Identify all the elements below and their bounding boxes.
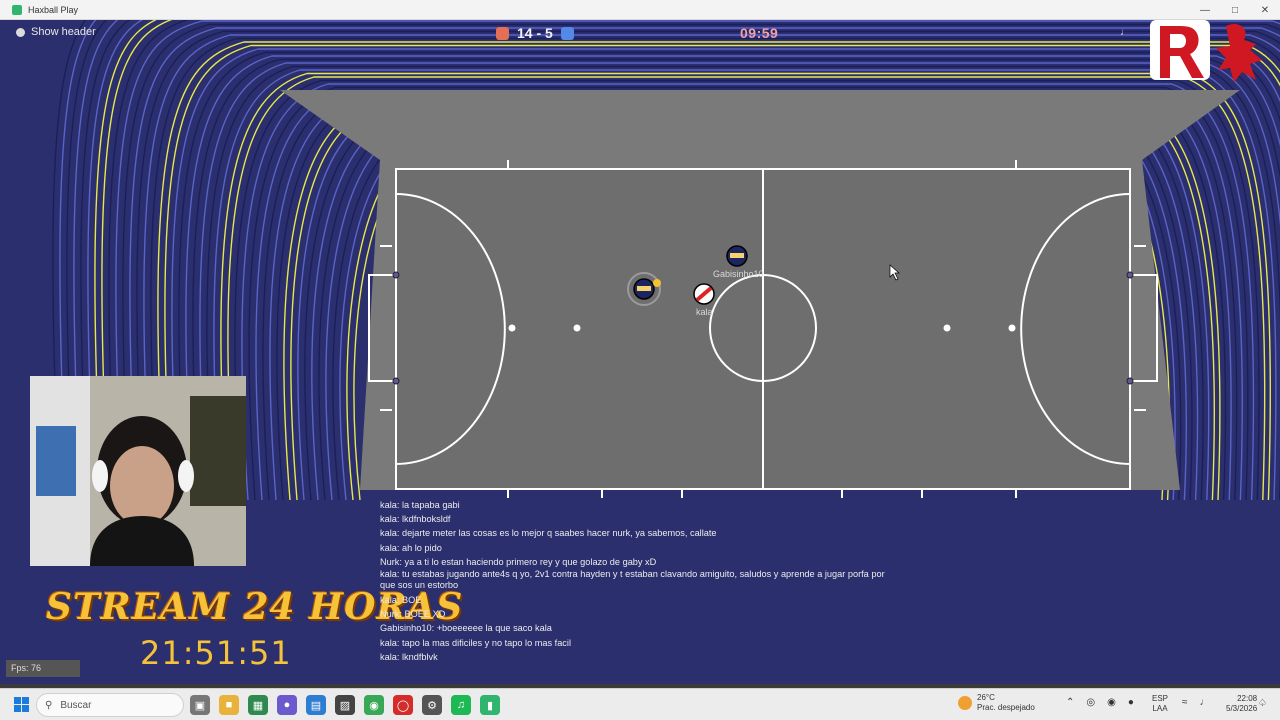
chat-message: kala: tu estabas jugando ante4s q yo, 2v… bbox=[380, 569, 885, 591]
maximize-icon[interactable]: □ bbox=[1220, 0, 1250, 20]
show-header-icon bbox=[16, 27, 25, 37]
window-title-bar: Haxball Play — □ ✕ bbox=[0, 0, 1280, 20]
opera-icon[interactable]: ◯ bbox=[393, 695, 413, 715]
game-canvas[interactable]: Show header 14 - 5 09:59 ♩ Gabisinho10 k… bbox=[0, 20, 1280, 684]
microphone-icon[interactable]: ● bbox=[1128, 697, 1134, 708]
chat-message: kala: dejarte meter las cosas es lo mejo… bbox=[380, 528, 717, 539]
chat-message: kala: lkdfnboksldf bbox=[380, 514, 451, 525]
start-button[interactable] bbox=[14, 697, 29, 712]
chat-message: kala: lkndfblvk bbox=[380, 651, 438, 662]
search-icon: ⚲ bbox=[45, 699, 53, 711]
haxball-app-icon bbox=[12, 4, 22, 15]
taskbar-search[interactable]: ⚲ Buscar bbox=[36, 693, 184, 717]
show-header-button[interactable]: Show header bbox=[16, 26, 96, 38]
player-name-kala: kala bbox=[696, 307, 713, 317]
teams-icon[interactable]: ● bbox=[277, 695, 297, 715]
task-view-icon[interactable]: ▣ bbox=[190, 695, 210, 715]
window-controls: — □ ✕ bbox=[1190, 0, 1280, 20]
score: 14 - 5 bbox=[517, 25, 553, 41]
spotify-icon[interactable]: ♫ bbox=[451, 695, 471, 715]
tray-app-icon[interactable]: ◎ bbox=[1086, 697, 1095, 708]
windows-taskbar: ⚲ Buscar ▣ ■ ▦ ● ▤ ▨ ◉ ◯ ⚙ ♫ ▮ 26°C Prac… bbox=[0, 688, 1280, 720]
chat-message: Nurk: BOEE XD bbox=[380, 609, 446, 620]
weather-temp: 26°C bbox=[977, 693, 995, 702]
calculator-icon[interactable]: ▦ bbox=[248, 695, 268, 715]
chat-message: kala: tapo la mas dificiles y no tapo lo… bbox=[380, 637, 571, 648]
stream-clock: 21:51:51 bbox=[140, 634, 292, 672]
snipping-tool-icon[interactable]: ▨ bbox=[335, 695, 355, 715]
weather-icon bbox=[958, 696, 972, 710]
clock-time: 22:08 bbox=[1237, 694, 1258, 703]
search-placeholder: Buscar bbox=[60, 699, 92, 711]
match-timer: 09:59 bbox=[740, 25, 779, 41]
notification-icon[interactable]: ♤ bbox=[1258, 698, 1267, 709]
red-team-icon bbox=[496, 26, 509, 40]
player-gabisinho10 bbox=[726, 245, 748, 267]
chat-log: kala: la tapaba gabi kala: lkdfnboksldf … bbox=[380, 498, 900, 664]
weather-desc: Prac. despejado bbox=[977, 703, 1035, 712]
speaker-icon[interactable]: ♩ bbox=[1120, 27, 1132, 38]
chat-message: kala: BOE bbox=[380, 595, 422, 606]
window-title: Haxball Play bbox=[28, 4, 79, 15]
haxball-taskbar-icon[interactable]: ▮ bbox=[480, 695, 500, 715]
scoreboard: 14 - 5 bbox=[496, 25, 574, 41]
fps-counter: Fps: 76 bbox=[6, 660, 80, 677]
volume-icon[interactable]: ♩ bbox=[1200, 697, 1210, 708]
blue-team-icon bbox=[560, 26, 574, 40]
screen: Haxball Play — □ ✕ Show header 14 - 5 09… bbox=[0, 0, 1280, 720]
language-code: ESP bbox=[1152, 694, 1169, 703]
chat-message: Gabisinho10: +boeeeeee la que saco kala bbox=[380, 623, 552, 634]
minimize-icon[interactable]: — bbox=[1190, 0, 1220, 20]
obs-icon[interactable]: ⚙ bbox=[422, 695, 442, 715]
weather-widget[interactable]: 26°C Prac. despejado bbox=[958, 693, 1035, 713]
close-icon[interactable]: ✕ bbox=[1250, 0, 1280, 20]
wifi-icon[interactable]: ≈ bbox=[1182, 697, 1188, 708]
show-header-label: Show header bbox=[31, 26, 96, 38]
keyboard-layout: LAA bbox=[1152, 704, 1168, 713]
taskbar-clock[interactable]: 22:08 5/3/2026 bbox=[1226, 694, 1257, 714]
network-tray-icon[interactable]: ◉ bbox=[1107, 697, 1116, 708]
status-icons: ≈ ♩ bbox=[1182, 697, 1210, 708]
player-name-gabisinho10: Gabisinho10 bbox=[713, 269, 764, 279]
webcam-feed bbox=[30, 376, 246, 566]
language-indicator[interactable]: ESP LAA bbox=[1152, 694, 1168, 714]
notepad-icon[interactable]: ▤ bbox=[306, 695, 326, 715]
chrome-icon[interactable]: ◉ bbox=[364, 695, 384, 715]
chat-message: kala: ah lo pido bbox=[380, 542, 442, 553]
file-explorer-icon[interactable]: ■ bbox=[219, 695, 239, 715]
channel-logo bbox=[1150, 20, 1262, 82]
pinned-apps: ▣ ■ ▦ ● ▤ ▨ ◉ ◯ ⚙ ♫ ▮ bbox=[190, 695, 500, 715]
chat-message: kala: la tapaba gabi bbox=[380, 500, 460, 510]
player-kala bbox=[693, 283, 715, 305]
clock-date: 5/3/2026 bbox=[1226, 704, 1258, 713]
chat-message: Nurk: ya a ti lo estan haciendo primero … bbox=[380, 556, 657, 567]
system-tray: ⌃ ◎ ◉ ● bbox=[1066, 697, 1134, 708]
chevron-up-icon[interactable]: ⌃ bbox=[1066, 697, 1074, 708]
